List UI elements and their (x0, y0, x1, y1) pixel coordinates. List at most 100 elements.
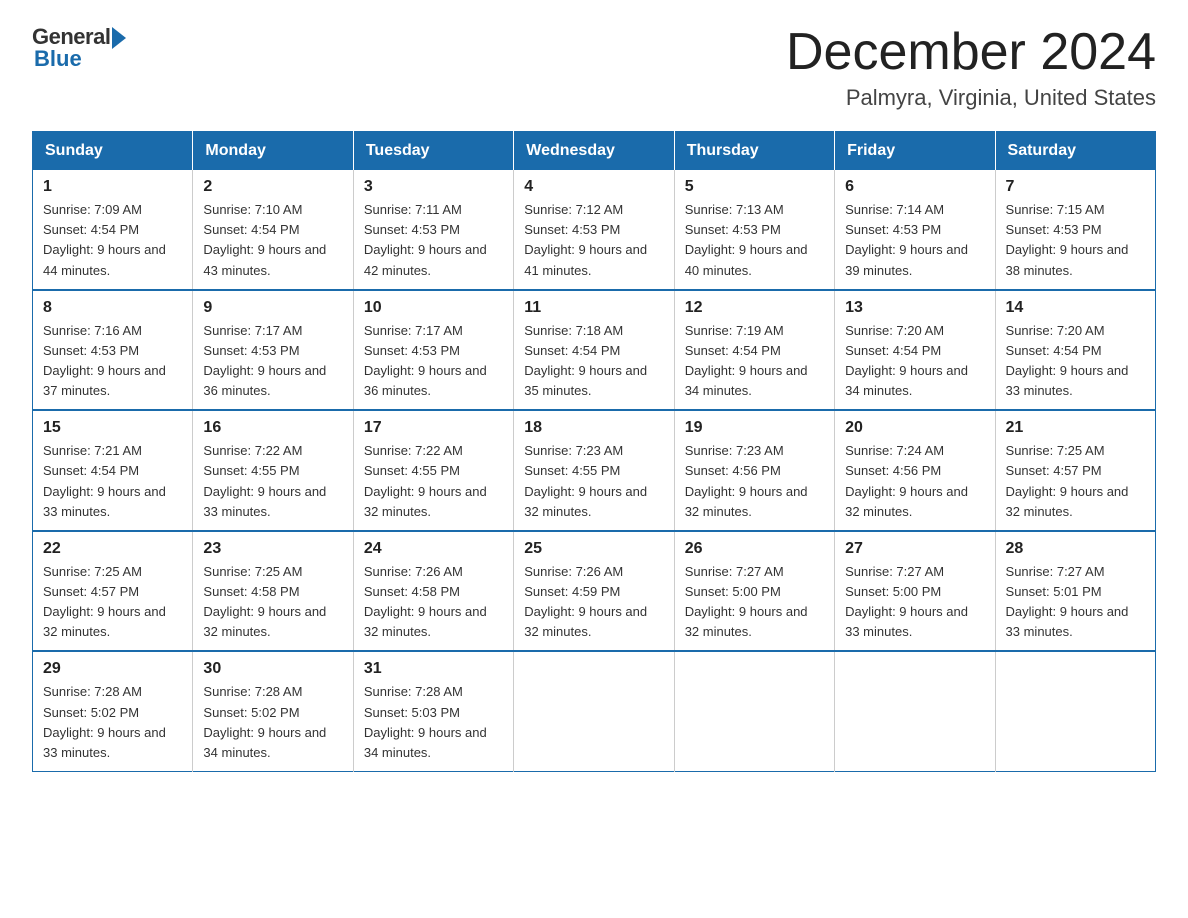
day-info: Sunrise: 7:17 AMSunset: 4:53 PMDaylight:… (203, 321, 342, 402)
calendar-cell (995, 651, 1155, 771)
day-number: 31 (364, 660, 503, 678)
calendar-cell: 5 Sunrise: 7:13 AMSunset: 4:53 PMDaylight… (674, 170, 834, 290)
day-info: Sunrise: 7:28 AMSunset: 5:03 PMDaylight:… (364, 682, 503, 763)
day-number: 27 (845, 540, 984, 558)
day-info: Sunrise: 7:21 AMSunset: 4:54 PMDaylight:… (43, 441, 182, 522)
day-info: Sunrise: 7:18 AMSunset: 4:54 PMDaylight:… (524, 321, 663, 402)
logo-arrow-icon (112, 27, 126, 49)
calendar-day-header-saturday: Saturday (995, 132, 1155, 171)
calendar-day-header-tuesday: Tuesday (353, 132, 513, 171)
day-info: Sunrise: 7:28 AMSunset: 5:02 PMDaylight:… (43, 682, 182, 763)
logo-blue-text: Blue (34, 46, 82, 72)
day-number: 4 (524, 178, 663, 196)
calendar-cell: 3 Sunrise: 7:11 AMSunset: 4:53 PMDaylight… (353, 170, 513, 290)
day-info: Sunrise: 7:13 AMSunset: 4:53 PMDaylight:… (685, 200, 824, 281)
day-number: 29 (43, 660, 182, 678)
calendar-cell: 8Sunrise: 7:16 AMSunset: 4:53 PMDaylight… (33, 290, 193, 411)
calendar-cell (674, 651, 834, 771)
day-info: Sunrise: 7:25 AMSunset: 4:58 PMDaylight:… (203, 562, 342, 643)
calendar-cell: 26Sunrise: 7:27 AMSunset: 5:00 PMDayligh… (674, 531, 834, 652)
day-info: Sunrise: 7:14 AMSunset: 4:53 PMDaylight:… (845, 200, 984, 281)
calendar-week-row: 1Sunrise: 7:09 AMSunset: 4:54 PMDaylight… (33, 170, 1156, 290)
day-info: Sunrise: 7:19 AMSunset: 4:54 PMDaylight:… (685, 321, 824, 402)
calendar-cell: 21 Sunrise: 7:25 AMSunset: 4:57 PMDayligh… (995, 410, 1155, 531)
day-info: Sunrise: 7:28 AMSunset: 5:02 PMDaylight:… (203, 682, 342, 763)
calendar-body: 1Sunrise: 7:09 AMSunset: 4:54 PMDaylight… (33, 170, 1156, 771)
calendar-cell: 23 Sunrise: 7:25 AMSunset: 4:58 PMDayligh… (193, 531, 353, 652)
page-header: General Blue December 2024 Palmyra, Virg… (32, 24, 1156, 111)
page-title: December 2024 (786, 24, 1156, 81)
calendar-cell: 18 Sunrise: 7:23 AMSunset: 4:55 PMDayligh… (514, 410, 674, 531)
calendar-cell: 1Sunrise: 7:09 AMSunset: 4:54 PMDaylight… (33, 170, 193, 290)
day-number: 21 (1006, 419, 1145, 437)
calendar-cell: 11Sunrise: 7:18 AMSunset: 4:54 PMDayligh… (514, 290, 674, 411)
day-number: 20 (845, 419, 984, 437)
calendar-cell: 22Sunrise: 7:25 AMSunset: 4:57 PMDayligh… (33, 531, 193, 652)
calendar-cell: 30 Sunrise: 7:28 AMSunset: 5:02 PMDayligh… (193, 651, 353, 771)
calendar-week-row: 8Sunrise: 7:16 AMSunset: 4:53 PMDaylight… (33, 290, 1156, 411)
day-number: 5 (685, 178, 824, 196)
day-info: Sunrise: 7:25 AMSunset: 4:57 PMDaylight:… (1006, 441, 1145, 522)
calendar-cell: 15 Sunrise: 7:21 AMSunset: 4:54 PMDayligh… (33, 410, 193, 531)
calendar-day-header-sunday: Sunday (33, 132, 193, 171)
day-info: Sunrise: 7:15 AMSunset: 4:53 PMDaylight:… (1006, 200, 1145, 281)
day-number: 15 (43, 419, 182, 437)
calendar-cell (514, 651, 674, 771)
day-info: Sunrise: 7:27 AMSunset: 5:00 PMDaylight:… (845, 562, 984, 643)
day-number: 23 (203, 540, 342, 558)
calendar-week-row: 22Sunrise: 7:25 AMSunset: 4:57 PMDayligh… (33, 531, 1156, 652)
logo: General Blue (32, 24, 126, 72)
calendar-day-header-wednesday: Wednesday (514, 132, 674, 171)
calendar-cell: 9Sunrise: 7:17 AMSunset: 4:53 PMDaylight… (193, 290, 353, 411)
day-number: 22 (43, 540, 182, 558)
day-info: Sunrise: 7:12 AMSunset: 4:53 PMDaylight:… (524, 200, 663, 281)
calendar-cell: 28Sunrise: 7:27 AMSunset: 5:01 PMDayligh… (995, 531, 1155, 652)
day-info: Sunrise: 7:26 AMSunset: 4:59 PMDaylight:… (524, 562, 663, 643)
day-number: 28 (1006, 540, 1145, 558)
calendar-cell: 27 Sunrise: 7:27 AMSunset: 5:00 PMDayligh… (835, 531, 995, 652)
day-number: 1 (43, 178, 182, 196)
day-info: Sunrise: 7:26 AMSunset: 4:58 PMDaylight:… (364, 562, 503, 643)
day-info: Sunrise: 7:20 AMSunset: 4:54 PMDaylight:… (1006, 321, 1145, 402)
day-number: 2 (203, 178, 342, 196)
day-info: Sunrise: 7:22 AMSunset: 4:55 PMDaylight:… (203, 441, 342, 522)
day-info: Sunrise: 7:10 AMSunset: 4:54 PMDaylight:… (203, 200, 342, 281)
day-number: 12 (685, 299, 824, 317)
calendar-day-header-friday: Friday (835, 132, 995, 171)
day-info: Sunrise: 7:16 AMSunset: 4:53 PMDaylight:… (43, 321, 182, 402)
day-info: Sunrise: 7:23 AMSunset: 4:55 PMDaylight:… (524, 441, 663, 522)
day-number: 14 (1006, 299, 1145, 317)
day-info: Sunrise: 7:22 AMSunset: 4:55 PMDaylight:… (364, 441, 503, 522)
calendar-cell: 19 Sunrise: 7:23 AMSunset: 4:56 PMDayligh… (674, 410, 834, 531)
day-number: 17 (364, 419, 503, 437)
calendar-cell: 10Sunrise: 7:17 AMSunset: 4:53 PMDayligh… (353, 290, 513, 411)
day-number: 16 (203, 419, 342, 437)
page-subtitle: Palmyra, Virginia, United States (786, 85, 1156, 111)
calendar-cell: 6Sunrise: 7:14 AMSunset: 4:53 PMDaylight… (835, 170, 995, 290)
calendar-cell: 24 Sunrise: 7:26 AMSunset: 4:58 PMDayligh… (353, 531, 513, 652)
calendar-cell: 14 Sunrise: 7:20 AMSunset: 4:54 PMDayligh… (995, 290, 1155, 411)
calendar-cell: 29 Sunrise: 7:28 AMSunset: 5:02 PMDayligh… (33, 651, 193, 771)
calendar-cell: 7 Sunrise: 7:15 AMSunset: 4:53 PMDaylight… (995, 170, 1155, 290)
calendar-cell: 2 Sunrise: 7:10 AMSunset: 4:54 PMDaylight… (193, 170, 353, 290)
day-info: Sunrise: 7:23 AMSunset: 4:56 PMDaylight:… (685, 441, 824, 522)
calendar-cell: 31 Sunrise: 7:28 AMSunset: 5:03 PMDayligh… (353, 651, 513, 771)
day-number: 3 (364, 178, 503, 196)
calendar-day-header-monday: Monday (193, 132, 353, 171)
day-number: 10 (364, 299, 503, 317)
title-block: December 2024 Palmyra, Virginia, United … (786, 24, 1156, 111)
day-number: 30 (203, 660, 342, 678)
day-info: Sunrise: 7:11 AMSunset: 4:53 PMDaylight:… (364, 200, 503, 281)
day-number: 19 (685, 419, 824, 437)
calendar-week-row: 29 Sunrise: 7:28 AMSunset: 5:02 PMDayligh… (33, 651, 1156, 771)
calendar-cell: 17 Sunrise: 7:22 AMSunset: 4:55 PMDayligh… (353, 410, 513, 531)
calendar-day-header-thursday: Thursday (674, 132, 834, 171)
calendar-cell: 20Sunrise: 7:24 AMSunset: 4:56 PMDayligh… (835, 410, 995, 531)
day-number: 24 (364, 540, 503, 558)
calendar-cell: 12 Sunrise: 7:19 AMSunset: 4:54 PMDayligh… (674, 290, 834, 411)
day-number: 7 (1006, 178, 1145, 196)
day-number: 18 (524, 419, 663, 437)
calendar-cell: 16 Sunrise: 7:22 AMSunset: 4:55 PMDayligh… (193, 410, 353, 531)
calendar-cell (835, 651, 995, 771)
calendar-week-row: 15 Sunrise: 7:21 AMSunset: 4:54 PMDayligh… (33, 410, 1156, 531)
